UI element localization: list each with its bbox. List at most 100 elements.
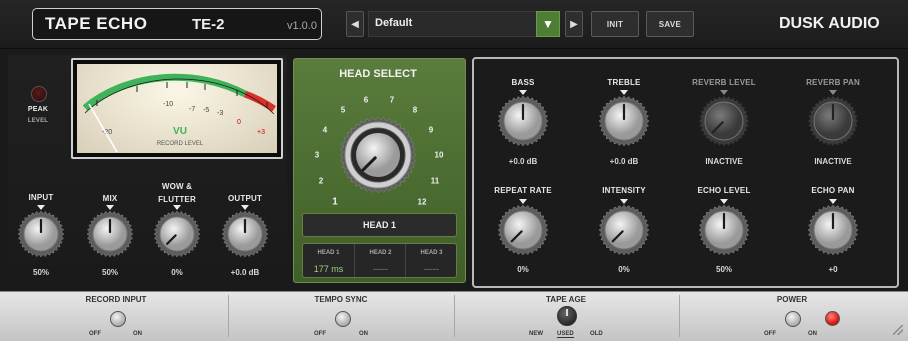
knob-label-echo-pan: ECHO PAN	[811, 186, 855, 195]
head-cell: HEAD 3 -----	[405, 244, 457, 277]
knob-label-repeat-rate: REPEAT RATE	[494, 186, 552, 195]
vu-meter-scale: -20 -10 -7 -5 -3 0 +3 VU RECORD LEVEL	[82, 73, 277, 153]
knob-label-mix: MIX	[102, 194, 118, 203]
head-cell-label: HEAD 1	[317, 250, 340, 256]
vu-needle	[88, 103, 118, 153]
reverb-pan-value: INACTIVE	[814, 157, 852, 166]
mix-knob[interactable]	[86, 210, 134, 258]
tempo-sync-off-label: OFF	[314, 331, 326, 337]
prev-preset-button[interactable]: ◀	[346, 11, 364, 37]
product-title-box: TAPE ECHO TE-2 v1.0.0	[32, 8, 322, 40]
power-on-label: ON	[808, 331, 817, 337]
head-cell: HEAD 1 177 ms	[303, 244, 354, 277]
save-button[interactable]: SAVE	[646, 11, 694, 37]
treble-knob[interactable]	[598, 95, 650, 147]
head-select-title: HEAD SELECT	[339, 68, 417, 80]
tempo-sync-label: TEMPO SYNC	[314, 295, 368, 304]
divider	[454, 295, 455, 337]
wow-flutter-knob[interactable]	[153, 210, 201, 258]
knob-graphic	[153, 210, 201, 258]
vu-tick-label: 0	[237, 119, 241, 126]
intensity-knob[interactable]	[598, 204, 650, 256]
init-button[interactable]: INIT	[591, 11, 639, 37]
bass-knob[interactable]	[497, 95, 549, 147]
echo-pan-knob[interactable]	[807, 204, 859, 256]
knob-graphic	[221, 210, 269, 258]
preset-dropdown-button[interactable]: ▼	[536, 11, 560, 37]
knob-label-input: INPUT	[28, 193, 54, 202]
peak-label: PEAK	[27, 106, 49, 113]
knob-graphic	[598, 95, 650, 147]
triangle-down-icon: ▼	[542, 17, 554, 31]
knob-graphic	[339, 116, 417, 194]
vu-meter-face: -20 -10 -7 -5 -3 0 +3 VU RECORD LEVEL	[77, 64, 277, 153]
knob-label-wow: WOW &	[161, 182, 193, 191]
record-input-off-label: OFF	[89, 331, 101, 337]
vu-tick-label: -3	[217, 110, 223, 117]
tempo-sync-toggle[interactable]	[335, 311, 351, 327]
peak-sublabel: LEVEL	[27, 118, 49, 124]
head-number: 6	[363, 95, 369, 105]
input-value: 50%	[32, 268, 50, 277]
knob-graphic	[807, 95, 859, 147]
input-knob[interactable]	[17, 210, 65, 258]
head-number: 1	[332, 196, 338, 208]
wow-flutter-value: 0%	[171, 268, 183, 277]
power-off-label: OFF	[764, 331, 776, 337]
peak-led	[31, 86, 47, 102]
treble-value: +0.0 dB	[609, 157, 639, 166]
knob-graphic	[698, 95, 750, 147]
model-name: TE-2	[192, 16, 225, 33]
reverb-level-knob[interactable]	[698, 95, 750, 147]
head-number: 7	[389, 95, 395, 105]
knob-pointer-treble	[620, 90, 628, 95]
head-number: 2	[318, 176, 324, 186]
tape-age-knob[interactable]	[557, 306, 577, 326]
chevron-right-icon: ▶	[570, 18, 578, 30]
tape-age-old-label: OLD	[590, 331, 603, 337]
knob-graphic	[86, 210, 134, 258]
power-label: POWER	[776, 295, 808, 304]
version-label: v1.0.0	[287, 20, 317, 32]
record-input-toggle[interactable]	[110, 311, 126, 327]
header-bar: TAPE ECHO TE-2 v1.0.0 ◀ Default ▼ ▶ INIT…	[0, 0, 908, 49]
output-value: +0.0 dB	[230, 268, 260, 277]
vu-label: VU	[173, 126, 187, 137]
knob-pointer-intensity	[620, 199, 628, 204]
repeat-rate-knob[interactable]	[497, 204, 549, 256]
tape-age-new-label: NEW	[529, 331, 543, 337]
next-preset-button[interactable]: ▶	[565, 11, 583, 37]
head-cell-value: 177 ms	[313, 264, 344, 274]
knob-graphic	[497, 204, 549, 256]
knob-pointer-wow-flutter	[173, 205, 181, 210]
output-knob[interactable]	[221, 210, 269, 258]
reverb-pan-knob[interactable]	[807, 95, 859, 147]
knob-pointer-reverb-level	[720, 90, 728, 95]
head-number: 10	[434, 150, 444, 160]
record-input-on-label: ON	[133, 331, 142, 337]
echo-level-knob[interactable]	[698, 204, 750, 256]
knob-pointer-echo-pan	[829, 199, 837, 204]
head-cell-value: -----	[373, 264, 388, 274]
vu-tick-label: +3	[257, 129, 265, 136]
preset-selector[interactable]: Default	[368, 11, 560, 37]
power-toggle[interactable]	[785, 311, 801, 327]
head-number: 5	[340, 105, 346, 115]
head-select-knob[interactable]	[339, 116, 417, 194]
divider	[679, 295, 680, 337]
head-cell-label: HEAD 3	[420, 250, 443, 256]
head-number: 4	[322, 125, 328, 135]
knob-pointer-bass	[519, 90, 527, 95]
power-led	[825, 311, 840, 326]
knob-label-bass: BASS	[511, 78, 535, 87]
chevron-left-icon: ◀	[351, 18, 359, 30]
current-head-display: HEAD 1	[302, 213, 457, 237]
knob-graphic	[698, 204, 750, 256]
knob-label-intensity: INTENSITY	[602, 186, 646, 195]
echo-level-value: 50%	[715, 265, 733, 274]
resize-grip-icon[interactable]	[893, 325, 903, 335]
knob-graphic	[497, 95, 549, 147]
bass-value: +0.0 dB	[508, 157, 538, 166]
head-number: 3	[314, 150, 320, 160]
reverb-level-value: INACTIVE	[705, 157, 743, 166]
